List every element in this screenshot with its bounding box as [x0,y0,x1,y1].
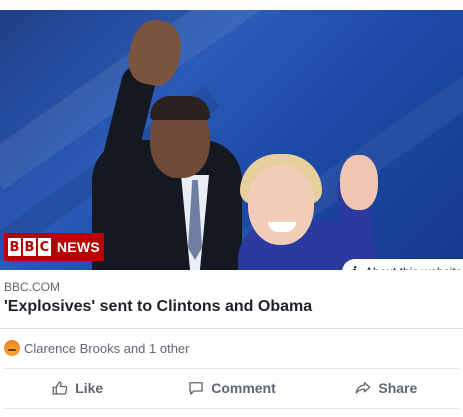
share-button[interactable]: Share [309,372,463,404]
link-domain: BBC.COM [4,280,61,294]
post-actions-bar: Like Comment Share [0,372,463,404]
bbc-news-text: NEWS [56,239,101,255]
reactions-summary[interactable]: Clarence Brooks and 1 other [0,336,463,360]
share-icon [355,382,371,394]
link-preview[interactable]: BBC.COM 'Explosives' sent to Clintons an… [0,270,463,329]
angry-reaction-icon [4,340,20,356]
woman-head [248,165,314,245]
man-hair [150,96,210,120]
comment-icon [189,382,203,395]
divider [4,368,459,369]
like-label: Like [75,380,104,396]
link-headline[interactable]: 'Explosives' sent to Clintons and Obama [4,298,312,316]
woman-waving-hand [340,155,378,210]
comment-label: Comment [211,380,276,396]
bbc-logo-letter: B [22,238,36,256]
bbc-logo-letter: B [8,238,21,256]
thumbs-up-icon [52,381,68,395]
divider [4,408,459,409]
share-label: Share [378,380,418,396]
like-button[interactable]: Like [0,372,154,404]
bbc-news-logo: B B C NEWS [4,233,104,261]
post-image[interactable] [0,10,463,270]
reactions-text[interactable]: Clarence Brooks and 1 other [24,341,189,356]
comment-button[interactable]: Comment [154,372,308,404]
bbc-logo-letter: C [37,238,51,256]
